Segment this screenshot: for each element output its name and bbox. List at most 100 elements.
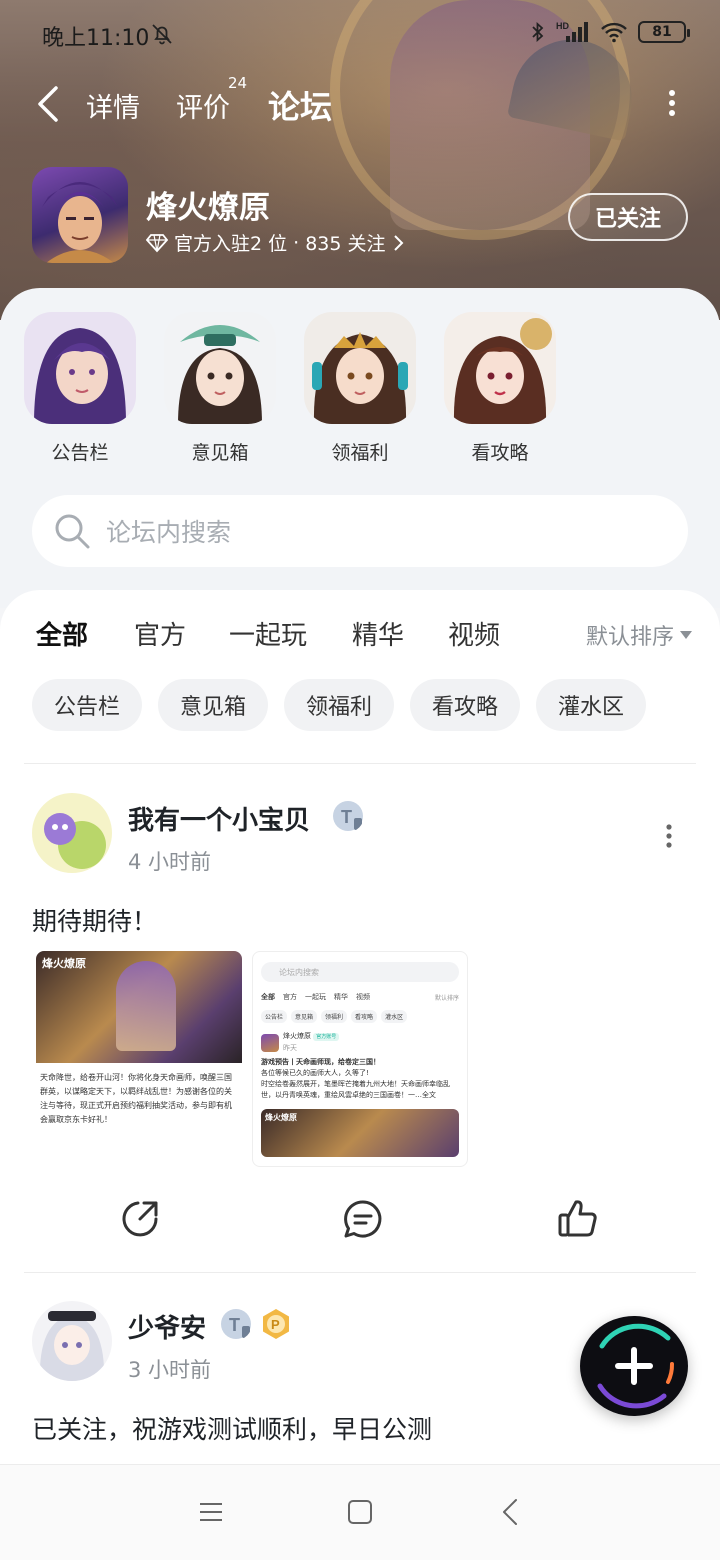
game-meta[interactable]: 官方入驻2 位 · 835 关注 <box>146 229 404 256</box>
post-username[interactable]: 我有一个小宝贝 <box>128 800 310 837</box>
mini-post-art: 烽火燎原 <box>261 1109 459 1157</box>
quick-links: 公告栏 意见箱 领福利 看攻略 <box>0 312 720 472</box>
bluetooth-icon <box>532 21 544 43</box>
chip-rewards[interactable]: 领福利 <box>284 679 395 731</box>
status-time: 晚上11:10 <box>42 26 150 51</box>
mini-chip: 灌水区 <box>381 1010 408 1023</box>
tab-forum[interactable]: 论坛 <box>268 82 332 128</box>
forum-search-bar[interactable]: 论坛内搜索 <box>32 495 688 567</box>
character-avatar-green-hat-icon <box>164 312 276 424</box>
diamond-icon <box>146 233 168 252</box>
top-nav: 详情 评价 24 论坛 <box>0 74 720 134</box>
system-navigation-bar <box>0 1464 720 1560</box>
chip-chat[interactable]: 灌水区 <box>536 679 647 731</box>
post-text[interactable]: 期待期待！ <box>32 902 157 938</box>
filter-tab-video[interactable]: 视频 <box>448 615 500 652</box>
filter-tab-official[interactable]: 官方 <box>134 615 186 652</box>
avatar[interactable] <box>32 793 112 873</box>
chip-feedback[interactable]: 意见箱 <box>158 679 269 731</box>
avatar[interactable] <box>32 1301 112 1381</box>
mute-bell-icon <box>152 24 172 45</box>
quick-link-label: 公告栏 <box>51 442 109 464</box>
filter-tab-label: 全部 <box>36 621 89 651</box>
post-image[interactable]: 烽火燎原 天命降世，给卷开山河！你将化身天命画师，唤醒三国群英，以谋略定天下，以… <box>36 951 242 1167</box>
mini-post-line: 时空绘卷轰然展开，笔墨晖芒掩着九州大地！天命画师幸临乱世，以丹青唤英魂，重绘风雲… <box>261 1080 450 1099</box>
user-level-badge-icon: T <box>221 1309 251 1339</box>
mini-chip: 看攻略 <box>351 1010 378 1023</box>
character-avatar-gold-crown-icon <box>304 312 416 424</box>
quick-link-announcements[interactable]: 公告栏 <box>20 312 140 465</box>
post-username[interactable]: 少爷安 <box>128 1308 206 1345</box>
like-icon[interactable] <box>556 1197 600 1241</box>
hd-signal-icon: HD <box>556 21 588 42</box>
followed-button[interactable]: 已关注 <box>568 193 688 241</box>
post-time: 3 小时前 <box>128 1358 212 1382</box>
mini-chip: 领福利 <box>321 1010 348 1023</box>
share-icon[interactable] <box>118 1197 162 1241</box>
quick-link-guides[interactable]: 看攻略 <box>440 312 560 465</box>
mini-post-line: 各位等候已久的画师大人，久等了! <box>261 1069 369 1077</box>
status-bar: 晚上11:10 HD 81 <box>0 0 720 70</box>
post-image-screenshot[interactable]: 论坛内搜索 全部 官方 一起玩 精华 视频 默认排序 公告栏 意见箱 领福利 看… <box>252 951 468 1167</box>
chip-announcements[interactable]: 公告栏 <box>32 679 143 731</box>
game-portrait-icon <box>42 182 118 263</box>
mini-post-title: 游戏预告丨天命画师现，给卷定三国！ <box>261 1058 380 1066</box>
post-more-icon[interactable] <box>664 823 674 849</box>
comment-icon[interactable] <box>341 1197 385 1241</box>
post-divider <box>24 1272 696 1273</box>
quick-link-label: 看攻略 <box>471 442 529 464</box>
user-level-badge-icon: T <box>333 801 363 831</box>
mini-chip: 意见箱 <box>291 1010 318 1023</box>
tab-reviews[interactable]: 评价 <box>176 86 230 125</box>
back-icon[interactable] <box>34 84 64 124</box>
chevron-right-icon <box>393 234 403 251</box>
more-options-icon[interactable] <box>664 88 680 118</box>
create-post-button[interactable] <box>580 1316 688 1416</box>
mini-chip: 公告栏 <box>261 1010 288 1023</box>
mini-sort: 默认排序 <box>434 994 459 1002</box>
wifi-icon <box>601 22 627 43</box>
svg-text:HD: HD <box>556 21 569 31</box>
post-image-art: 烽火燎原 <box>36 951 242 1063</box>
post-image-character <box>116 961 176 1051</box>
filter-tab-all[interactable]: 全部 <box>36 615 88 652</box>
mini-art-logo: 烽火燎原 <box>265 1113 297 1122</box>
mini-tab: 官方 <box>283 993 297 1001</box>
gold-coin-badge-icon: P <box>263 1309 289 1339</box>
quick-link-label: 意见箱 <box>191 442 249 464</box>
tab-details[interactable]: 详情 <box>86 86 140 125</box>
quick-link-feedback[interactable]: 意见箱 <box>160 312 280 465</box>
follower-count: 835 关注 <box>305 233 386 255</box>
svg-text:P: P <box>271 1317 280 1332</box>
mini-tab: 视频 <box>356 993 370 1001</box>
mini-tab: 全部 <box>261 993 275 1001</box>
mini-tab: 精华 <box>334 993 348 1001</box>
post-text[interactable]: 已关注，祝游戏测试顺利，早日公测 <box>32 1410 432 1446</box>
game-icon[interactable] <box>32 167 128 263</box>
reviews-count-badge: 24 <box>228 74 248 92</box>
sort-label: 默认排序 <box>585 625 674 650</box>
plus-icon <box>597 1323 674 1409</box>
home-icon[interactable] <box>345 1497 375 1527</box>
meta-separator: · <box>293 231 300 254</box>
mini-official-tag: 官方账号 <box>313 1033 340 1041</box>
filter-tab-play-together[interactable]: 一起玩 <box>229 615 307 652</box>
character-avatar-purple-icon <box>24 312 136 424</box>
post-image-caption: 天命降世，给卷开山河！你将化身天命画师，唤醒三国群英，以谋略定天下，以羁绊战乱世… <box>40 1073 232 1124</box>
quick-link-label: 领福利 <box>331 442 389 464</box>
menu-icon[interactable] <box>196 1497 226 1527</box>
filter-tab-featured[interactable]: 精华 <box>352 615 404 652</box>
chip-guides[interactable]: 看攻略 <box>410 679 521 731</box>
post-image-logo: 烽火燎原 <box>42 957 86 970</box>
caret-down-icon <box>680 631 692 639</box>
official-count: 官方入驻2 位 <box>174 233 288 255</box>
sort-dropdown[interactable]: 默认排序 <box>586 619 692 651</box>
mini-search-bar: 论坛内搜索 <box>261 962 459 982</box>
mini-chips: 公告栏 意见箱 领福利 看攻略 灌水区 <box>253 1006 467 1027</box>
mini-filter-tabs: 全部 官方 一起玩 精华 视频 默认排序 <box>253 988 467 1006</box>
search-icon <box>55 514 90 549</box>
quick-link-rewards[interactable]: 领福利 <box>300 312 420 465</box>
mini-post: 烽火燎原 官方账号 昨天 游戏预告丨天命画师现，给卷定三国！ 各位等候已久的画师… <box>253 1027 467 1105</box>
battery-icon: 81 <box>638 21 690 43</box>
back-nav-icon[interactable] <box>496 1497 526 1527</box>
